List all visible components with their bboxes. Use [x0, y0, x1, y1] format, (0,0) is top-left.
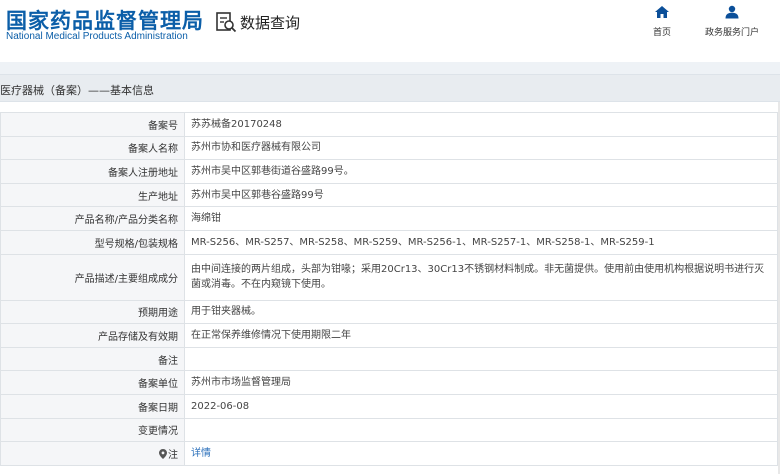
field-label: 产品名称/产品分类名称 — [0, 206, 185, 231]
table-row: 备案人注册地址 苏州市吴中区郭巷街道谷盛路99号。 — [0, 159, 778, 184]
field-value: 苏州市吴中区郭巷街道谷盛路99号。 — [184, 159, 778, 184]
field-value-text: 2022-06-08 — [191, 400, 250, 412]
table-row: 产品名称/产品分类名称 海绵钳 — [0, 206, 778, 231]
field-label: 备案人名称 — [0, 135, 185, 161]
field-label-text: 备案人名称 — [128, 144, 178, 156]
field-value: 详情 — [184, 441, 778, 466]
user-icon — [724, 5, 740, 25]
field-label-text: 产品描述/主要组成成分 — [74, 273, 178, 285]
table-row: 变更情况 — [0, 417, 778, 443]
table-row: 备注 — [0, 346, 778, 372]
field-value-text: 在正常保养维修情况下使用期限二年 — [191, 329, 351, 341]
field-value: 苏州市市场监督管理局 — [184, 370, 778, 395]
table-row: 产品存储及有效期 在正常保养维修情况下使用期限二年 — [0, 323, 778, 348]
data-query-title[interactable]: 数据查询 — [215, 10, 300, 34]
table-row: 备案日期 2022-06-08 — [0, 393, 778, 419]
table-row: 预期用途 用于钳夹器械。 — [0, 299, 778, 325]
nav-gov-services-label: 政务服务门户 — [704, 28, 759, 38]
field-label-text: 产品存储及有效期 — [98, 331, 178, 343]
field-value — [184, 346, 778, 372]
details-link[interactable]: 详情 — [191, 448, 211, 459]
table-row: 生产地址 苏州市吴中区郭巷谷盛路99号 — [0, 182, 778, 208]
breadcrumb-text: 医疗器械（备案）——基本信息 — [0, 84, 154, 97]
field-label: 预期用途 — [0, 299, 185, 325]
table-row: 注 详情 — [0, 441, 778, 466]
table-row: 备案号 苏苏械备20170248 — [0, 112, 778, 137]
field-label-text: 预期用途 — [138, 308, 178, 320]
location-pin-icon — [159, 448, 167, 459]
table-row: 备案人名称 苏州市协和医疗器械有限公司 — [0, 135, 778, 161]
field-value-text: 由中间连接的两片组成，头部为钳喙；采用20Cr13、30Cr13不锈钢材料制成。… — [191, 264, 765, 291]
field-label: 备案单位 — [0, 370, 185, 395]
field-label: 注 — [0, 441, 185, 466]
breadcrumb: 医疗器械（备案）——基本信息 — [0, 74, 780, 102]
field-label: 产品描述/主要组成成分 — [0, 253, 185, 301]
field-value: 苏州市吴中区郭巷谷盛路99号 — [184, 182, 778, 208]
field-value-text: 苏州市市场监督管理局 — [191, 377, 291, 389]
field-value: MR-S256、MR-S257、MR-S258、MR-S259、MR-S256-… — [184, 229, 778, 255]
field-label: 备案人注册地址 — [0, 159, 185, 184]
field-label-text: 变更情况 — [138, 426, 178, 438]
data-search-icon — [215, 11, 237, 33]
field-label: 备案日期 — [0, 393, 185, 419]
table-row: 备案单位 苏州市市场监督管理局 — [0, 370, 778, 395]
field-value-text: 苏州市协和医疗器械有限公司 — [191, 142, 321, 154]
nav-gov-services-link[interactable]: 政务服务门户 — [700, 5, 764, 38]
field-value: 在正常保养维修情况下使用期限二年 — [184, 323, 778, 348]
nav-home-link[interactable]: 首页 — [650, 5, 674, 38]
header-divider — [0, 62, 780, 74]
field-label-text: 备案日期 — [138, 402, 178, 414]
field-value: 海绵钳 — [184, 206, 778, 231]
site-title-en[interactable]: National Medical Products Administration — [6, 31, 188, 42]
field-value: 用于钳夹器械。 — [184, 299, 778, 325]
data-query-label: 数据查询 — [240, 13, 301, 32]
site-header: 国家药品监督管理局 National Medical Products Admi… — [0, 0, 780, 62]
field-value: 由中间连接的两片组成，头部为钳喙；采用20Cr13、30Cr13不锈钢材料制成。… — [184, 253, 778, 301]
field-value — [184, 417, 778, 443]
field-value-text: MR-S256、MR-S257、MR-S258、MR-S259、MR-S256-… — [191, 236, 655, 248]
field-label-text: 产品名称/产品分类名称 — [74, 215, 178, 227]
field-label-text: 备注 — [158, 355, 178, 367]
field-value-text: 苏州市吴中区郭巷谷盛路99号 — [191, 189, 324, 201]
field-label: 备案号 — [0, 112, 185, 137]
field-label-text: 生产地址 — [138, 191, 178, 203]
table-row: 型号规格/包装规格 MR-S256、MR-S257、MR-S258、MR-S259… — [0, 229, 778, 255]
field-label: 变更情况 — [0, 417, 185, 443]
field-label: 生产地址 — [0, 182, 185, 208]
field-label-text: 注 — [168, 449, 178, 461]
field-value: 苏州市协和医疗器械有限公司 — [184, 135, 778, 161]
home-icon — [654, 5, 670, 25]
field-value-text: 用于钳夹器械。 — [191, 306, 261, 318]
field-value: 2022-06-08 — [184, 393, 778, 419]
field-label-text: 备案单位 — [138, 379, 178, 391]
field-label: 备注 — [0, 346, 185, 372]
field-value-text: 苏州市吴中区郭巷街道谷盛路99号。 — [191, 165, 354, 177]
field-value: 苏苏械备20170248 — [184, 112, 778, 137]
field-label-text: 备案号 — [148, 120, 178, 132]
record-info-table: 备案号 苏苏械备20170248 备案人名称 苏州市协和医疗器械有限公司备案人注册地址… — [0, 112, 778, 466]
table-row: 产品描述/主要组成成分 由中间连接的两片组成，头部为钳喙；采用20Cr13、30C… — [0, 253, 778, 301]
nav-home-label: 首页 — [652, 28, 671, 38]
field-label: 型号规格/包装规格 — [0, 229, 185, 255]
field-value-text: 苏苏械备20170248 — [191, 118, 282, 130]
field-label-text: 型号规格/包装规格 — [94, 238, 178, 250]
field-value-text: 海绵钳 — [191, 213, 221, 225]
field-label: 产品存储及有效期 — [0, 323, 185, 348]
field-label-text: 备案人注册地址 — [108, 167, 178, 179]
